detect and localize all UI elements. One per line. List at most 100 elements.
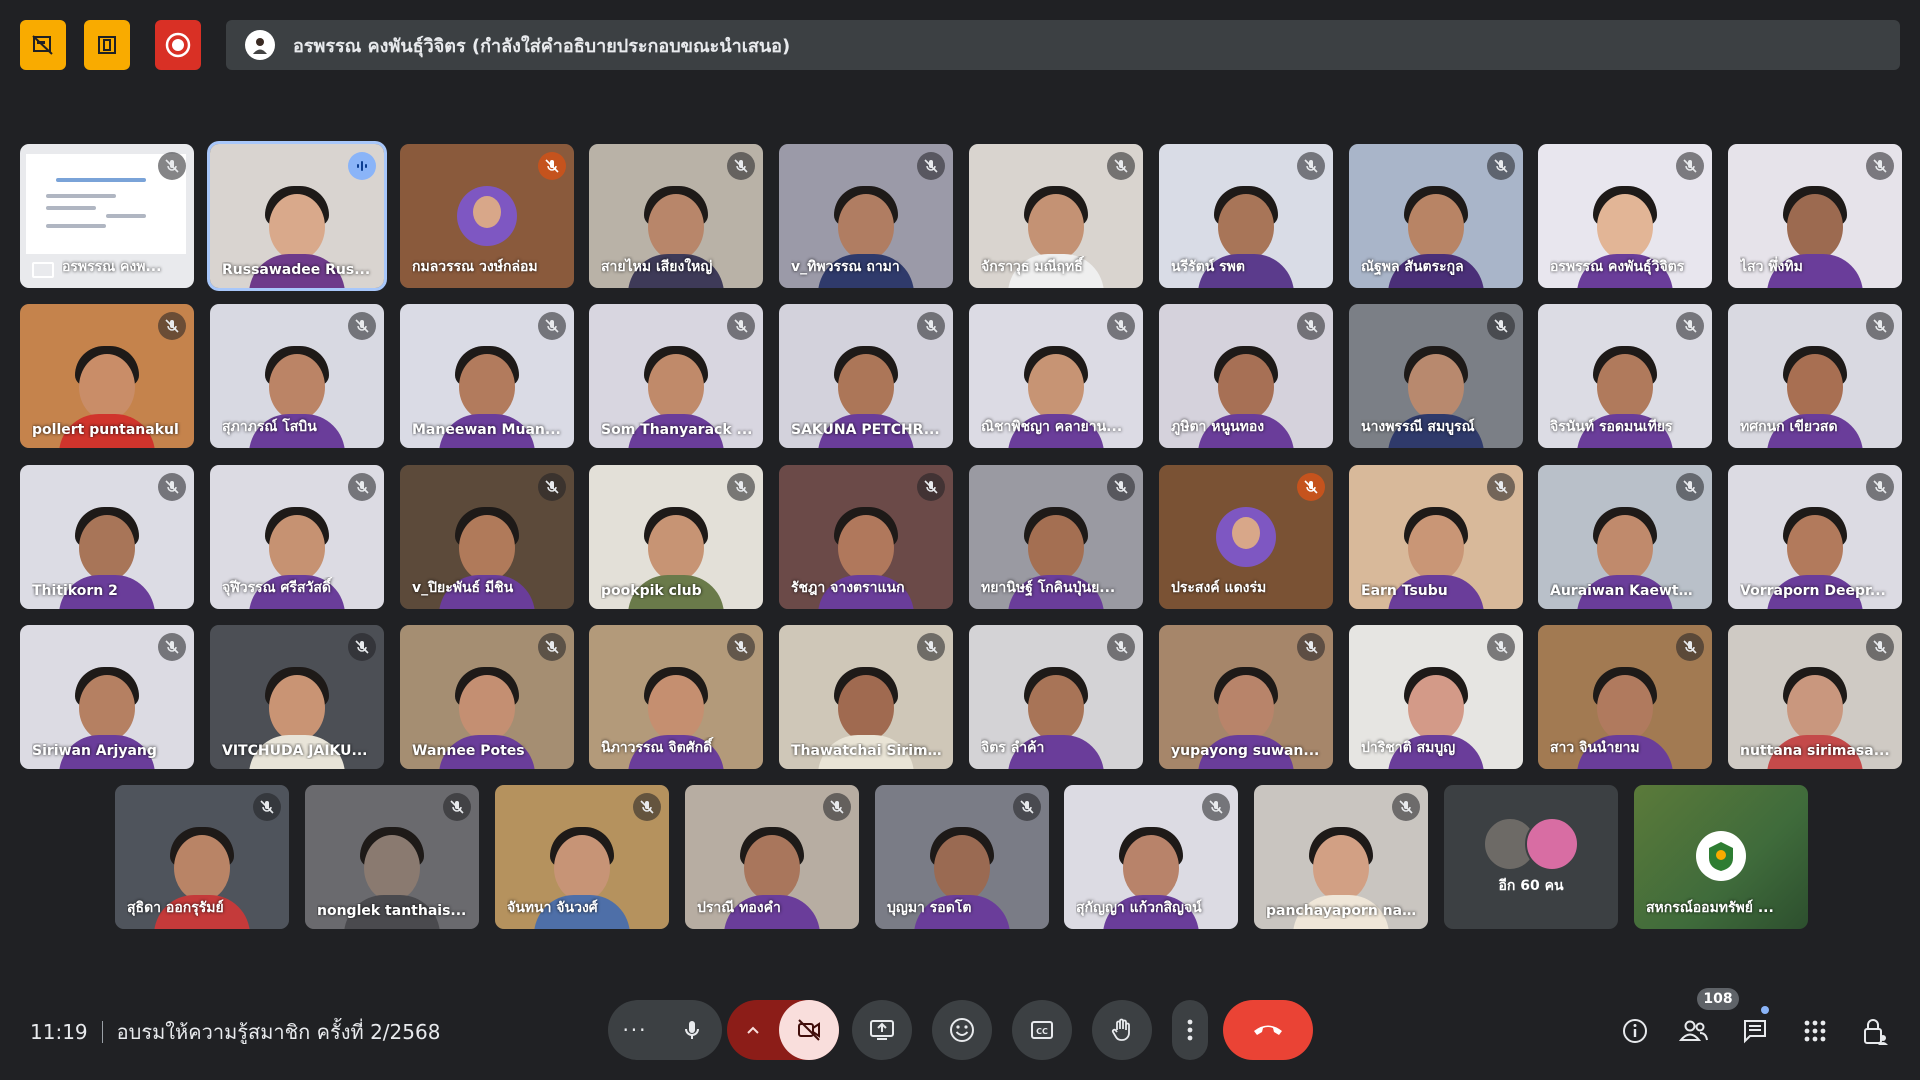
participant-tile[interactable]: จิรนันท์ รอดมนเทียร [1538,304,1712,448]
chevron-up-icon [747,1026,759,1034]
participant-tile[interactable]: Wannee Potes [400,625,574,769]
participant-tile[interactable]: v_ปิยะพันธ์ มีชิน [400,465,574,609]
mic-off-icon [355,480,369,494]
captions-icon: CC [1031,1021,1053,1039]
more-participants-tile[interactable]: อีก 60 คน [1444,785,1618,929]
participant-tile[interactable]: Vorraporn Deepr... [1728,465,1902,609]
microphone-button[interactable] [662,1000,722,1060]
participant-tile[interactable]: Russawadee Rus... [210,144,384,288]
raise-hand-button[interactable] [1092,1000,1152,1060]
participant-tile[interactable]: จักราวุธ มณีฤทธิ์ [969,144,1143,288]
camera-off-icon [798,1019,820,1041]
participant-tile[interactable]: นรีรัตน์ รพต [1159,144,1333,288]
muted-mic-indicator [1676,473,1704,501]
participant-tile[interactable]: pookpik club [589,465,763,609]
participant-tile[interactable]: นางพรรณี สมบูรณ์ [1349,304,1523,448]
participant-tile[interactable]: นิภาวรรณ จิตศักดิ์ [589,625,763,769]
captions-button[interactable]: CC [1012,1000,1072,1060]
participant-tile[interactable]: yupayong suwan... [1159,625,1333,769]
participant-tile[interactable]: ปราณี ทองคำ [685,785,859,929]
participant-tile[interactable]: nonglek tanthais... [305,785,479,929]
participant-avatar [457,186,517,246]
participant-tile[interactable]: ไสว พึ่งทิม [1728,144,1902,288]
people-button[interactable] [1677,1014,1711,1048]
participant-tile[interactable]: Earn Tsubu [1349,465,1523,609]
participant-tile[interactable]: ทยานิษฐ์ โกคินปุ่นย... [969,465,1143,609]
host-controls-button[interactable] [1858,1014,1892,1048]
participant-tile[interactable]: Thitikorn 2 [20,465,194,609]
muted-mic-indicator [727,312,755,340]
participant-name: สุธิดา ออกรุรัมย์ [127,900,224,916]
leave-call-button[interactable] [1223,1000,1313,1060]
participant-tile[interactable]: สุกัญญา แก้วกสิญจน์ [1064,785,1238,929]
participant-name: จันทนา จันวงศ์ [507,900,598,916]
muted-mic-indicator [538,473,566,501]
mic-off-icon [165,480,179,494]
muted-mic-indicator [1297,473,1325,501]
muted-mic-indicator [1487,633,1515,661]
participant-tile[interactable]: ทศกนก เขียวสด [1728,304,1902,448]
chat-button[interactable] [1738,1014,1772,1048]
participant-tile[interactable]: Siriwan Arjyang [20,625,194,769]
muted-mic-indicator [1676,633,1704,661]
participant-name: นิภาวรรณ จิตศักดิ์ [601,740,713,756]
participant-tile[interactable]: อรพรรณ คงพันธุ์วิจิตร [1538,144,1712,288]
mic-off-icon [1399,800,1413,814]
participant-tile[interactable]: รัชฎา จางตราแนก [779,465,953,609]
participant-tile[interactable]: กมลวรรณ วงษ์กล่อม [400,144,574,288]
activities-button[interactable] [1798,1014,1832,1048]
participant-tile[interactable]: สหกรณ์ออมทรัพย์ ... [1634,785,1808,929]
participant-tile[interactable]: ณัฐพล สันตระกูล [1349,144,1523,288]
participant-name: บุญมา รอดโต [887,900,972,916]
participant-tile[interactable]: สุภาภรณ์ โสบิน [210,304,384,448]
reactions-button[interactable] [932,1000,992,1060]
participant-tile[interactable]: pollert puntanakul [20,304,194,448]
participant-tile[interactable]: Maneewan Muan... [400,304,574,448]
participant-name: นางพรรณี สมบูรณ์ [1361,419,1475,435]
participant-tile[interactable]: panchayaporn na... [1254,785,1428,929]
participant-tile[interactable]: ณิชาพิชญา คลายาน... [969,304,1143,448]
participant-tile[interactable]: nuttana sirimasa... [1728,625,1902,769]
video-options-button[interactable] [727,1000,779,1060]
coop-logo [1696,831,1746,881]
chat-icon [1744,1020,1766,1044]
participant-tile[interactable]: อรพรรณ คงพ... [20,144,194,288]
participant-tile[interactable]: ประสงค์ แดงร่ม [1159,465,1333,609]
muted-mic-indicator [917,473,945,501]
camera-off-button[interactable] [779,1000,839,1060]
muted-mic-indicator [1866,312,1894,340]
control-bar: 11:19 อบรมให้ความรู้สมาชิก ครั้งที่ 2/256… [0,988,1920,1080]
mic-off-icon [1873,159,1887,173]
meeting-details-button[interactable] [1618,1014,1652,1048]
participant-tile[interactable]: จันทนา จันวงศ์ [495,785,669,929]
participant-tile[interactable]: SAKUNA PETCHR... [779,304,953,448]
people-icon [1679,1020,1708,1041]
participant-name: ทยานิษฐ์ โกคินปุ่นย... [981,580,1116,596]
muted-mic-indicator [348,312,376,340]
muted-mic-indicator [1866,152,1894,180]
participant-tile[interactable]: สุธิดา ออกรุรัมย์ [115,785,289,929]
participant-tile[interactable]: สายไหม เสียงใหญ่ [589,144,763,288]
participant-tile[interactable]: จุฬีวรรณ ศรีสวัสดิ์ [210,465,384,609]
participant-tile[interactable]: v_ทิพวรรณ ถามา [779,144,953,288]
participant-tile[interactable]: VITCHUDA JAIKU... [210,625,384,769]
more-options-button[interactable] [1172,1000,1208,1060]
participant-tile[interactable]: บุญมา รอดโต [875,785,1049,929]
hand-icon [1111,1018,1130,1041]
participant-tile[interactable]: Som Thanyarack ... [589,304,763,448]
audio-options-button[interactable]: ··· [608,1000,662,1060]
participant-tile[interactable]: ภูษิตา หนูนทอง [1159,304,1333,448]
mic-off-icon [1873,319,1887,333]
participant-tile[interactable]: จิตร ลำค้า [969,625,1143,769]
participant-tile[interactable]: ปาริชาติ สมบูญ [1349,625,1523,769]
participant-tile[interactable]: Thawatchai Sirim... [779,625,953,769]
mic-off-icon [545,319,559,333]
mic-off-icon [1494,159,1508,173]
mic-off-icon [1114,640,1128,654]
present-screen-button[interactable] [852,1000,912,1060]
participant-tile[interactable]: Auraiwan Kaewta... [1538,465,1712,609]
participant-name: yupayong suwan... [1171,743,1320,759]
participant-tile[interactable]: สาว จินนำยาม [1538,625,1712,769]
mic-off-icon [1020,800,1034,814]
mic-off-icon [924,159,938,173]
